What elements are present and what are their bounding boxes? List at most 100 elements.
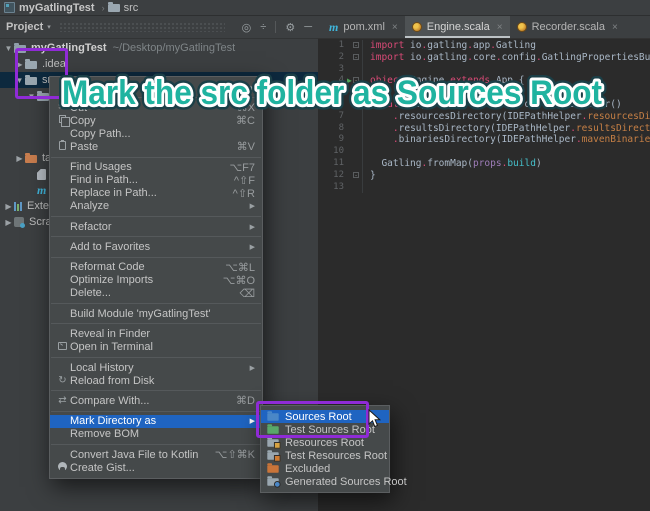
menu-item-find-in-path[interactable]: Find in Path...^⇧F (50, 174, 262, 187)
menu-item-replace-in-path[interactable]: Replace in Path...^⇧R (50, 187, 262, 200)
menu-item-create-gist[interactable]: Create Gist... (50, 461, 262, 474)
submenu-item-sources-root[interactable]: Sources Root (261, 410, 389, 423)
line-number: 8 (318, 123, 344, 135)
menu-shortcut: ⌘C (236, 114, 255, 127)
tab-pom-xml[interactable]: mpom.xml× (322, 16, 405, 38)
tree-item[interactable]: ▶.idea (0, 56, 318, 72)
target-folder-icon (25, 155, 37, 163)
code-text: object Engine extends App { (370, 75, 524, 87)
menu-item-label: Build Module 'myGatlingTest' (70, 308, 255, 320)
menu-item-add-to-favorites[interactable]: Add to Favorites▶ (50, 241, 262, 254)
submenu-item-generated-sources-root[interactable]: Generated Sources Root (261, 475, 389, 488)
menu-item-label: Reformat Code (70, 261, 209, 273)
menu-item-remove-bom[interactable]: Remove BOM (50, 428, 262, 441)
menu-item-analyze[interactable]: Analyze▶ (50, 200, 262, 213)
menu-item-reveal-in-finder[interactable]: Reveal in Finder (50, 328, 262, 341)
tab-label: Engine.scala (427, 21, 490, 33)
menu-item-local-history[interactable]: Local History▶ (50, 361, 262, 374)
submenu-item-label: Test Sources Root (285, 424, 375, 436)
submenu-item-test-sources-root[interactable]: Test Sources Root (261, 423, 389, 436)
fold-icon[interactable]: - (353, 172, 359, 178)
fold-icon[interactable]: - (353, 101, 359, 107)
tab-recorder-scala[interactable]: Recorder.scala× (510, 16, 625, 38)
chevron-expanded-icon[interactable]: ▼ (3, 44, 14, 53)
tree-root-row[interactable]: ▼ myGatlingTest ~/Desktop/myGatlingTest (0, 40, 318, 56)
menu-item-label: Paste (70, 141, 221, 153)
excluded-folder-icon (267, 465, 278, 473)
settings-gear-icon[interactable]: ⚙ (285, 21, 295, 34)
menu-item-compare-with[interactable]: ⇄Compare With...⌘D (50, 394, 262, 407)
menu-separator (51, 216, 261, 217)
tab-engine-scala[interactable]: Engine.scala × (405, 16, 510, 38)
line-number: 11 (318, 158, 344, 170)
menu-item-build-module-mygatlingtest[interactable]: Build Module 'myGatlingTest' (50, 307, 262, 320)
project-panel-header: Project▾ ◎ ÷ ⚙ ─ (0, 16, 318, 39)
menu-item-reformat-code[interactable]: Reformat Code⌥⌘L (50, 261, 262, 274)
hide-panel-icon[interactable]: ─ (304, 21, 312, 33)
gutter (344, 134, 363, 146)
menu-item-copy[interactable]: Copy⌘C (50, 114, 262, 127)
menu-item-cut[interactable]: ✂Cut⌘X (50, 101, 262, 114)
code-text: import io.gatling.core.config.GatlingPro… (370, 52, 650, 64)
maven-icon: m (329, 23, 338, 31)
menu-item-convert-java-file-to-kotlin-file[interactable]: Convert Java File to Kotlin File⌥⇧⌘K (50, 448, 262, 461)
menu-item-copy-path[interactable]: Copy Path... (50, 127, 262, 140)
ide-window: myGatlingTest › src Project▾ ◎ ÷ ⚙ ─ ▼ myGa… (0, 0, 650, 511)
run-icon[interactable]: ▶ (347, 76, 352, 86)
collapse-all-icon[interactable]: ÷ (260, 21, 266, 33)
menu-item-label: Compare With... (70, 395, 220, 407)
chevron-expanded-icon[interactable]: ▼ (14, 76, 25, 85)
menu-item-label: Replace in Path... (70, 187, 217, 199)
tab-close-icon[interactable]: × (392, 22, 398, 33)
gutter (344, 64, 363, 76)
fold-icon[interactable]: - (353, 54, 359, 60)
chevron-collapsed-icon[interactable]: ▶ (3, 218, 14, 227)
tab-close-icon[interactable]: × (497, 22, 503, 33)
submenu-item-resources-root[interactable]: Resources Root (261, 436, 389, 449)
menu-separator (51, 323, 261, 324)
line-number: 1 (318, 40, 344, 52)
submenu-item-test-resources-root[interactable]: Test Resources Root (261, 449, 389, 462)
menu-shortcut: ⌘D (236, 394, 255, 407)
project-module-icon (4, 2, 15, 13)
code-line: 7 .resourcesDirectory(IDEPathHelper.reso… (318, 111, 650, 123)
menu-shortcut: ⌫ (239, 287, 255, 300)
submenu-arrow-icon: ▶ (250, 243, 255, 251)
menu-item-label: Create Gist... (70, 462, 255, 474)
copy-icon (55, 115, 70, 126)
chevron-collapsed-icon[interactable]: ▶ (3, 202, 14, 211)
submenu-item-excluded[interactable]: Excluded (261, 462, 389, 475)
chevron-collapsed-icon[interactable]: ▶ (14, 60, 25, 69)
menu-item-refactor[interactable]: Refactor▶ (50, 220, 262, 233)
menu-item-open-in-terminal[interactable]: Open in Terminal (50, 341, 262, 354)
github-icon (55, 462, 70, 474)
gutter (344, 111, 363, 123)
badge (274, 442, 281, 449)
menu-item-find-usages[interactable]: Find Usages⌥F7 (50, 161, 262, 174)
mark-directory-submenu: Sources RootTest Sources RootResources R… (260, 405, 390, 493)
chevron-down-icon: ▾ (47, 23, 51, 31)
tab-close-icon[interactable]: × (612, 22, 618, 33)
fold-icon[interactable]: - (353, 77, 359, 83)
breadcrumb-separator: › (102, 3, 105, 13)
menu-item-paste[interactable]: Paste⌘V (50, 140, 262, 153)
breadcrumb-project[interactable]: myGatlingTest (19, 2, 95, 14)
locate-icon[interactable]: ◎ (242, 21, 252, 34)
chevron-expanded-icon[interactable]: ▼ (26, 92, 37, 101)
menu-item-optimize-imports[interactable]: Optimize Imports⌥⌘O (50, 274, 262, 287)
menu-item-mark-directory-as[interactable]: Mark Directory as▶ (50, 415, 262, 428)
breadcrumb-folder[interactable]: src (124, 2, 139, 14)
code-line: 1-import io.gatling.app.Gatling (318, 40, 650, 52)
gutter: - (344, 99, 363, 111)
fold-icon[interactable]: - (353, 42, 359, 48)
chevron-collapsed-icon[interactable]: ▶ (14, 154, 25, 163)
menu-item-reload-from-disk[interactable]: ↻Reload from Disk (50, 374, 262, 387)
code-view[interactable]: 1-import io.gatling.app.Gatling2-import … (318, 40, 650, 193)
folder-icon (37, 93, 49, 101)
submenu-item-label: Excluded (285, 463, 330, 475)
project-panel-title[interactable]: Project▾ (6, 21, 51, 33)
menu-item-new[interactable]: New▶ (50, 81, 262, 94)
scissors-icon: ✂ (55, 103, 70, 113)
menu-item-delete[interactable]: Delete...⌫ (50, 287, 262, 300)
context-menu: New▶ ✂Cut⌘XCopy⌘CCopy Path...Paste⌘V Find … (49, 76, 263, 479)
